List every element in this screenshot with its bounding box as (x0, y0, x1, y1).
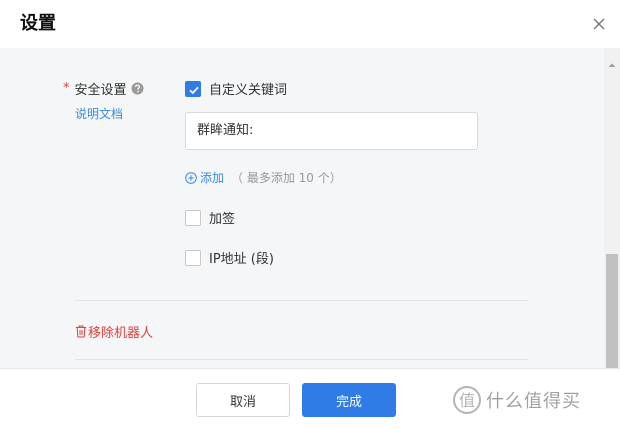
remove-robot-label: 移除机器人 (88, 326, 154, 341)
dialog-body: * 安全设置 说明文档 自定义关键词 群眸通知: 添加 （ 最多添加 10 个）… (0, 48, 620, 368)
custom-keyword-checkbox[interactable] (185, 80, 201, 97)
remove-robot-button[interactable]: 移除机器人 (75, 322, 153, 341)
settings-dialog: 设置 * 安全设置 说明文档 自定义关键词 群眸通知: 添加 （ 最多添加 10… (0, 0, 620, 428)
ip-option[interactable]: IP地址 (段) (185, 248, 274, 267)
sign-label: 加签 (209, 212, 236, 227)
custom-keyword-option[interactable]: 自定义关键词 (185, 79, 287, 98)
add-keyword-row: 添加 （ 最多添加 10 个） (185, 169, 342, 186)
divider (75, 300, 528, 301)
watermark: 值 什么值得买 (452, 385, 581, 415)
dialog-title: 设置 (20, 13, 56, 34)
trash-icon (75, 325, 87, 338)
watermark-logo-icon: 值 (452, 385, 482, 415)
cancel-button[interactable]: 取消 (196, 383, 290, 417)
security-setting-label: * 安全设置 (63, 79, 144, 98)
add-keyword-link[interactable]: 添加 (200, 169, 224, 186)
plus-circle-icon[interactable] (185, 171, 197, 184)
svg-text:值: 值 (459, 391, 475, 410)
ip-label: IP地址 (段) (209, 252, 274, 267)
scrollbar-thumb[interactable] (606, 254, 618, 368)
dialog-header: 设置 (0, 0, 620, 48)
keyword-input[interactable]: 群眸通知: (185, 112, 478, 150)
ip-checkbox[interactable] (185, 249, 201, 266)
divider (75, 359, 528, 360)
watermark-text: 什么值得买 (486, 391, 581, 412)
custom-keyword-label: 自定义关键词 (209, 83, 288, 98)
question-circle-icon[interactable] (131, 82, 144, 95)
doc-link[interactable]: 说明文档 (75, 105, 123, 122)
sign-option[interactable]: 加签 (185, 208, 235, 227)
done-button[interactable]: 完成 (302, 383, 396, 417)
scroll-up-arrow-icon[interactable] (604, 54, 620, 67)
scrollbar[interactable] (604, 48, 620, 368)
required-mark: * (63, 80, 70, 96)
sign-checkbox[interactable] (185, 209, 201, 226)
add-limit-hint: （ 最多添加 10 个） (231, 171, 342, 185)
close-icon[interactable] (590, 15, 608, 33)
security-label-text: 安全设置 (74, 82, 127, 98)
